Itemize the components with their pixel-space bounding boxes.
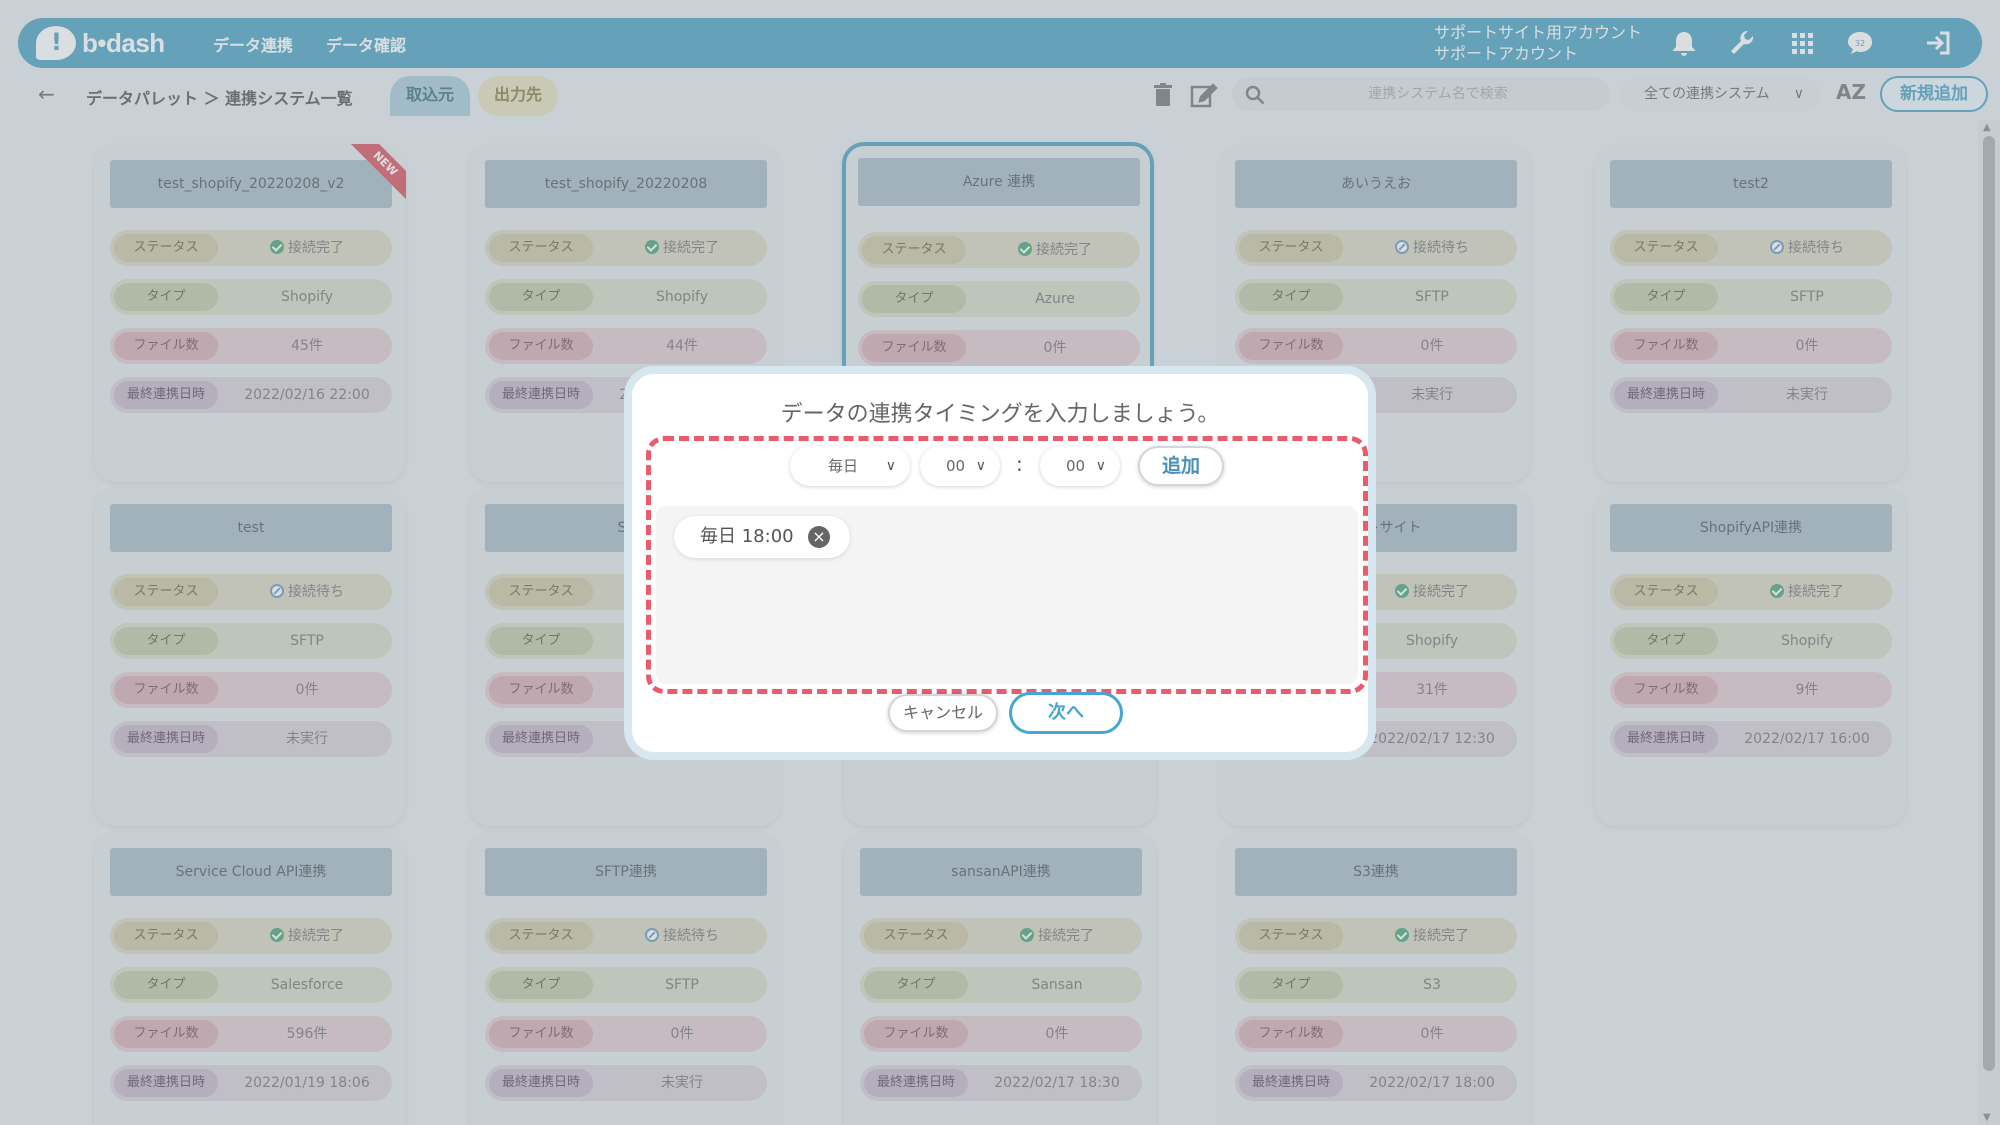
frequency-value: 毎日 <box>828 457 859 475</box>
schedule-modal: データの連携タイミングを入力しましょう。 毎日 ∨ 00 ∨ : 00 ∨ 追加… <box>624 366 1376 760</box>
modal-title: データの連携タイミングを入力しましょう。 <box>780 402 1220 427</box>
add-schedule-button[interactable]: 追加 <box>1138 446 1224 486</box>
next-button[interactable]: 次へ <box>1009 692 1123 734</box>
minute-value: 00 <box>1066 457 1086 475</box>
schedule-list: 毎日 18:00 × <box>656 506 1358 684</box>
chevron-down-icon: ∨ <box>975 458 986 474</box>
minute-select[interactable]: 00 ∨ <box>1040 446 1120 486</box>
cancel-button[interactable]: キャンセル <box>888 694 998 732</box>
chevron-down-icon: ∨ <box>885 458 896 474</box>
remove-schedule-icon[interactable]: × <box>808 526 830 548</box>
frequency-select[interactable]: 毎日 ∨ <box>790 446 910 486</box>
schedule-chip-label: 毎日 18:00 <box>700 526 794 547</box>
hour-select[interactable]: 00 ∨ <box>920 446 1000 486</box>
hour-value: 00 <box>946 457 966 475</box>
time-separator: : <box>1016 452 1023 476</box>
schedule-chip: 毎日 18:00 × <box>674 516 850 558</box>
chevron-down-icon: ∨ <box>1095 458 1106 474</box>
